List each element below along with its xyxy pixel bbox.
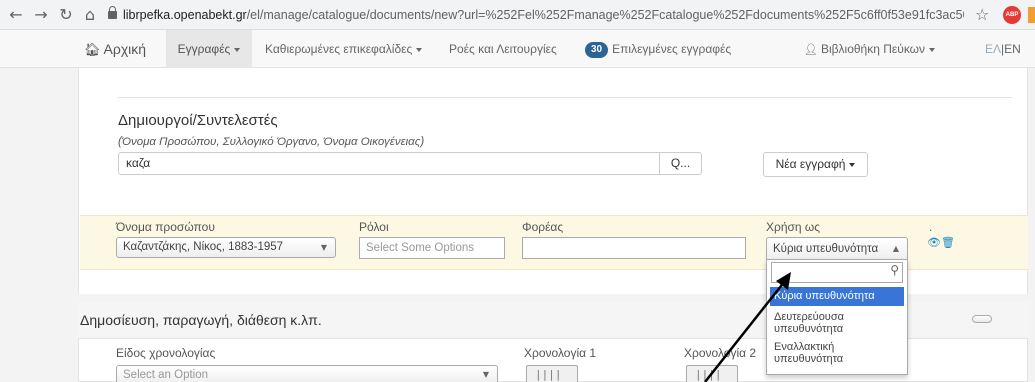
address-bar[interactable]: librpefka.openabekt.gr/el/manage/catalog… bbox=[108, 4, 964, 26]
chevron-down-icon bbox=[416, 47, 423, 52]
person-name-select[interactable]: Καζαντζάκης, Νίκος, 1883-1957 ▼ bbox=[116, 237, 336, 258]
new-record-label: Νέα εγγραφή bbox=[775, 157, 846, 171]
year1-input[interactable]: |||| bbox=[526, 365, 578, 382]
reload-icon[interactable]: ↻ bbox=[56, 5, 76, 25]
date-type-select[interactable]: Select an Option ▼ bbox=[116, 365, 498, 382]
nav-records-label: Εγγραφές bbox=[177, 42, 231, 56]
creators-title: Δημιουργοί/Συντελεστές bbox=[118, 112, 278, 129]
language-switch: ΕΛ|EN bbox=[985, 30, 1021, 68]
nav-headings[interactable]: Καθιερωμένες επικεφαλίδες bbox=[265, 30, 423, 68]
extension-icon[interactable] bbox=[1028, 7, 1035, 23]
star-icon[interactable]: ☆ bbox=[975, 5, 989, 24]
roles-multiselect[interactable]: Select Some Options bbox=[359, 237, 505, 259]
arrow-right-icon[interactable]: → bbox=[31, 5, 51, 25]
chevron-up-icon: ▲ bbox=[892, 244, 899, 253]
body-label: Φορέας bbox=[522, 220, 564, 234]
creator-search-input[interactable]: καζα bbox=[118, 152, 660, 175]
nav-selected-label: Επιλεγμένες εγγραφές bbox=[612, 42, 732, 56]
lang-en[interactable]: EN bbox=[1004, 42, 1021, 56]
nav-library-label: Βιβλιοθήκη Πεύκων bbox=[820, 42, 926, 56]
trash-icon[interactable]: 🗑︎ bbox=[941, 236, 955, 249]
home-icon: 🏠︎ bbox=[84, 43, 101, 58]
main-navbar: 🏠︎ Αρχική Εγγραφές Καθιερωμένες επικεφαλί… bbox=[0, 30, 1035, 68]
chevron-down-icon: ▼ bbox=[320, 243, 327, 252]
usage-select[interactable]: Κύρια υπευθυνότητα ▲ bbox=[766, 237, 908, 261]
year2-label: Χρονολογία 2 bbox=[684, 346, 757, 360]
nav-home[interactable]: 🏠︎ Αρχική bbox=[84, 30, 146, 68]
dot-label: . bbox=[929, 220, 933, 234]
nav-selected-records[interactable]: 30 Επιλεγμένες εγγραφές bbox=[585, 30, 731, 68]
person-name-label: Όνομα προσώπου bbox=[116, 220, 215, 234]
person-name-value: Καζαντζάκης, Νίκος, 1883-1957 bbox=[123, 241, 284, 253]
user-icon: 👤︎ bbox=[804, 43, 818, 56]
date-type-label: Είδος χρονολογίας bbox=[116, 346, 216, 360]
lock-icon bbox=[108, 6, 117, 19]
roles-label: Ρόλοι bbox=[359, 220, 389, 234]
creator-search-button[interactable]: Q... bbox=[659, 152, 702, 175]
url-path: /el/manage/catalogue/documents/new?url=%… bbox=[246, 8, 964, 22]
roles-placeholder: Select Some Options bbox=[366, 242, 475, 254]
lang-el[interactable]: ΕΛ bbox=[985, 42, 1001, 56]
nav-flows-label: Ροές και Λειτουργίες bbox=[449, 42, 557, 56]
new-record-button[interactable]: Νέα εγγραφή bbox=[763, 152, 868, 177]
date-type-placeholder: Select an Option bbox=[123, 369, 209, 381]
usage-label: Χρήση ως bbox=[766, 220, 821, 234]
creator-search-button-label: Q... bbox=[670, 156, 691, 170]
usage-dropdown: ⚲ Κύρια υπευθυνότητα Δευτερεύουσα υπευθυ… bbox=[766, 259, 908, 375]
eye-icon[interactable]: 👁︎ bbox=[927, 236, 941, 249]
nav-flows[interactable]: Ροές και Λειτουργίες bbox=[449, 30, 557, 68]
usage-value: Κύρια υπευθυνότητα bbox=[773, 243, 879, 255]
chevron-down-icon bbox=[849, 162, 856, 167]
nav-headings-label: Καθιερωμένες επικεφαλίδες bbox=[265, 42, 413, 56]
nav-home-label: Αρχική bbox=[103, 41, 147, 57]
year2-input[interactable]: |||| bbox=[686, 365, 738, 382]
browser-toolbar: ← → ↻ ⌂ librpefka.openabekt.gr/el/manage… bbox=[0, 0, 1035, 30]
dropdown-option[interactable]: Κύρια υπευθυνότητα bbox=[770, 287, 904, 306]
row-actions: 👁︎🗑︎ bbox=[927, 236, 955, 249]
year1-label: Χρονολογία 1 bbox=[524, 346, 597, 360]
dropdown-search-input[interactable]: ⚲ bbox=[771, 262, 903, 283]
nav-library[interactable]: 👤︎ Βιβλιοθήκη Πεύκων bbox=[804, 30, 936, 68]
chevron-down-icon: ▼ bbox=[482, 370, 489, 379]
adblock-icon[interactable]: ABP bbox=[1003, 6, 1021, 24]
body-input[interactable] bbox=[522, 237, 746, 259]
chevron-down-icon bbox=[234, 47, 241, 52]
arrow-left-icon[interactable]: ← bbox=[6, 5, 26, 25]
nav-records[interactable]: Εγγραφές bbox=[166, 30, 252, 68]
divider bbox=[118, 97, 1012, 98]
dropdown-option[interactable]: Δευτερεύουσα υπευθυνότητα bbox=[770, 309, 904, 337]
collapse-toggle[interactable] bbox=[972, 315, 992, 323]
selected-count-badge: 30 bbox=[585, 42, 609, 58]
creators-hint: (Όνομα Προσώπου, Συλλογικό Όργανο, Όνομα… bbox=[118, 136, 425, 148]
dropdown-option[interactable]: Εναλλακτική υπευθυνότητα bbox=[770, 339, 904, 367]
url-host: librpefka.openabekt.gr bbox=[123, 8, 247, 22]
publication-title: Δημοσίευση, παραγωγή, διάθεση κ.λπ. bbox=[80, 312, 322, 328]
home-icon[interactable]: ⌂ bbox=[80, 5, 100, 25]
magnifier-icon: ⚲ bbox=[890, 263, 899, 277]
chevron-down-icon bbox=[929, 47, 936, 52]
